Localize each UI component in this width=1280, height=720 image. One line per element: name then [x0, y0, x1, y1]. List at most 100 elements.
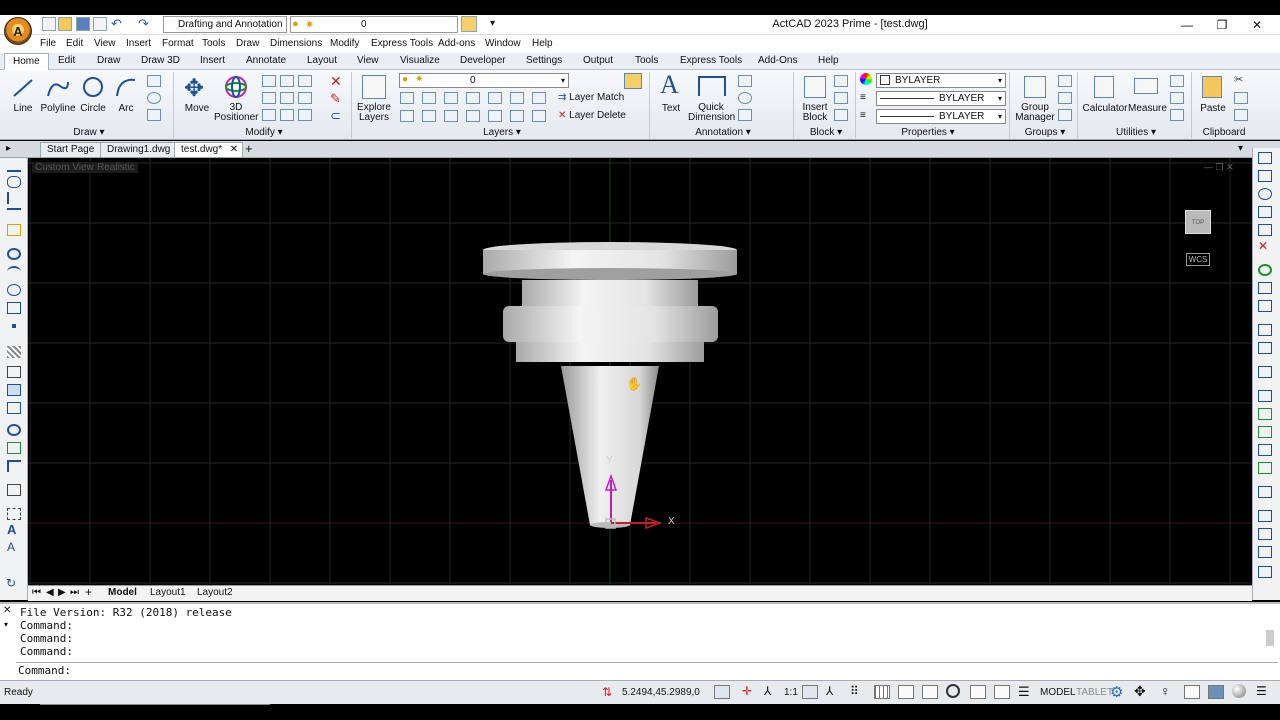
right-fillet-icon[interactable] [1258, 426, 1272, 438]
command-collapse-icon[interactable]: ▾ [4, 620, 8, 629]
right-pedit-icon[interactable] [1258, 528, 1272, 540]
layer-tool-5-icon[interactable] [488, 92, 502, 104]
right-rotate-icon[interactable] [1258, 188, 1272, 200]
tab-model[interactable]: Model [108, 587, 137, 598]
right-break-icon[interactable] [1258, 366, 1272, 378]
tab-home[interactable]: Home [4, 53, 49, 71]
ortho-toggle-icon[interactable]: ✛ [742, 684, 752, 698]
polar-tracking-icon[interactable] [922, 685, 938, 699]
offset-icon[interactable] [298, 109, 312, 121]
lineweight-toggle-icon[interactable] [994, 685, 1010, 699]
layer-manager-icon[interactable] [461, 16, 477, 32]
settings-gear-icon[interactable]: ⚙ [1110, 683, 1123, 701]
calculator-icon[interactable] [1094, 76, 1114, 98]
left-wipeout-icon[interactable] [7, 460, 21, 472]
layout-nav-last-icon[interactable]: ⏭ [70, 587, 79, 598]
left-ellipse-arc-icon[interactable] [7, 302, 21, 314]
layout-add-icon[interactable]: + [85, 585, 92, 599]
right-align-icon[interactable] [1258, 486, 1272, 498]
tab-drawing1[interactable]: Drawing1.dwg [100, 142, 178, 157]
grid-dots-icon[interactable]: ⠿ [850, 684, 859, 698]
layer-tool-9-icon[interactable] [422, 110, 436, 122]
tab-draw-3d[interactable]: Draw 3D [141, 55, 180, 66]
layer-tool-10-icon[interactable] [444, 110, 458, 122]
create-block-icon[interactable] [834, 75, 848, 87]
clipboard-panel-title[interactable]: Clipboard [1194, 127, 1254, 138]
grid-toggle-icon[interactable] [874, 685, 890, 699]
layers-panel-title[interactable]: Layers ▾ [354, 127, 650, 138]
right-mirror-icon[interactable] [1258, 206, 1272, 218]
trim-icon[interactable] [262, 109, 276, 121]
menu-draw[interactable]: Draw [236, 38, 259, 49]
tab-express-tools[interactable]: Express Tools [680, 55, 742, 66]
drawing-viewport[interactable]: Y X ✋ — ❐ ✕ [28, 158, 1252, 584]
array-icon[interactable] [262, 92, 276, 104]
wcs-menu[interactable]: WCS [1186, 253, 1210, 266]
left-block-icon[interactable] [7, 484, 21, 496]
right-chamfer-icon[interactable] [1258, 408, 1272, 420]
menu-tools[interactable]: Tools [202, 38, 225, 49]
left-revcloud-icon[interactable] [7, 442, 21, 454]
layer-tool-6-icon[interactable] [510, 92, 524, 104]
cut-icon[interactable]: ✂ [1234, 73, 1243, 86]
group-edit-icon[interactable] [1058, 109, 1072, 121]
layer-match-button[interactable]: ⇉ Layer Match [558, 92, 624, 103]
layer-properties-icon[interactable] [624, 73, 642, 89]
tablet-button[interactable]: TABLET [1076, 687, 1113, 698]
menu-window[interactable]: Window [485, 38, 521, 49]
tab-draw[interactable]: Draw [97, 55, 120, 66]
left-hatch-icon[interactable] [7, 346, 21, 358]
positioner-icon[interactable] [222, 74, 250, 100]
tab-view[interactable]: View [357, 55, 379, 66]
menu-file[interactable]: File [40, 38, 56, 49]
layer-tool-12-icon[interactable] [488, 110, 502, 122]
tab-edit[interactable]: Edit [58, 55, 75, 66]
layer-tool-11-icon[interactable] [466, 110, 480, 122]
save-icon[interactable] [76, 17, 90, 31]
arc-icon[interactable] [115, 76, 137, 98]
left-region-icon[interactable] [7, 384, 21, 396]
erase-icon[interactable]: ✕ [330, 73, 342, 90]
rotate-icon[interactable] [280, 75, 294, 87]
annotation-panel-title[interactable]: Annotation ▾ [652, 127, 794, 138]
auto-scale-icon[interactable]: ⅄ [826, 684, 833, 698]
view-name[interactable]: Custom View [32, 162, 97, 173]
minimize-button[interactable]: — [1172, 16, 1202, 34]
utilities-panel-title[interactable]: Utilities ▾ [1080, 127, 1192, 138]
right-scale-icon[interactable] [1258, 282, 1272, 294]
osnap-toggle-icon[interactable] [946, 684, 960, 698]
text-icon[interactable]: A [660, 70, 679, 100]
layer-tool-8-icon[interactable] [400, 110, 414, 122]
model-space-button[interactable]: MODEL [1040, 687, 1076, 698]
viewcube[interactable]: TOP [1185, 210, 1211, 234]
right-matchprop-icon[interactable] [1258, 566, 1272, 578]
tab-output[interactable]: Output [583, 55, 613, 66]
menu-dimensions[interactable]: Dimensions [270, 38, 322, 49]
layer-tool-13-icon[interactable] [510, 110, 524, 122]
menu-express-tools[interactable]: Express Tools [371, 38, 433, 49]
hatch-icon[interactable] [147, 109, 161, 121]
fillet-icon[interactable] [298, 92, 312, 104]
hardware-accel-icon[interactable] [1208, 685, 1224, 699]
restore-button[interactable]: ❐ [1207, 16, 1237, 34]
left-circle-icon[interactable] [7, 248, 21, 260]
tab-close-icon[interactable]: ✕ [230, 143, 238, 157]
right-array-icon[interactable] [1258, 444, 1272, 456]
right-orbit-icon[interactable] [1258, 264, 1272, 276]
polyline-icon[interactable] [46, 76, 70, 100]
layer-tool-7-icon[interactable] [532, 92, 546, 104]
snap-toggle-icon[interactable] [714, 685, 730, 699]
left-table-icon[interactable] [7, 402, 21, 414]
viewport-controls-icon[interactable]: — ❐ ✕ [1204, 162, 1234, 173]
groups-panel-title[interactable]: Groups ▾ [1012, 127, 1078, 138]
annotation-scale-icon[interactable]: ⅄ [764, 684, 771, 698]
doc-tabs-menu-icon[interactable]: ▸ [6, 143, 11, 154]
layer-delete-button[interactable]: ✕ Layer Delete [558, 110, 626, 121]
left-line-icon[interactable] [7, 160, 21, 172]
break-icon[interactable]: ⊂ [330, 108, 341, 124]
undo-icon[interactable]: ↶ [111, 16, 122, 32]
line-icon[interactable] [12, 76, 34, 100]
layout-nav-prev-icon[interactable]: ◀ [46, 587, 54, 598]
mirror-icon[interactable] [298, 75, 312, 87]
left-polyline-icon[interactable] [7, 176, 21, 188]
